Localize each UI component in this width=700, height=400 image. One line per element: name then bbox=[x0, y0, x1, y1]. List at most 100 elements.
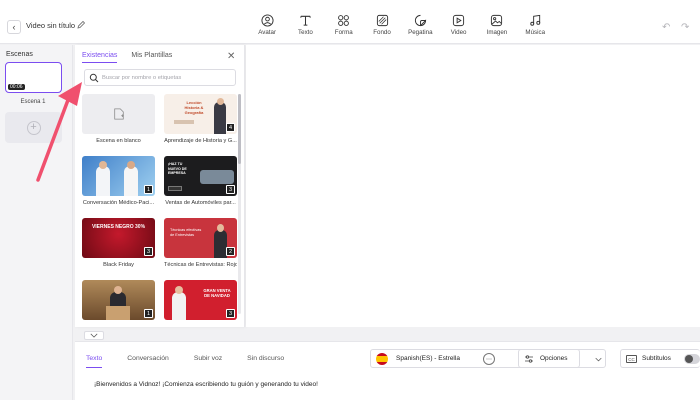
tool-music[interactable]: Música bbox=[516, 14, 554, 36]
tool-label: Imagen bbox=[486, 29, 508, 36]
tab-existencias[interactable]: Existencias bbox=[82, 52, 118, 63]
pencil-icon[interactable] bbox=[76, 20, 86, 30]
plus-icon: + bbox=[26, 120, 41, 135]
template-search bbox=[84, 69, 236, 86]
tool-shapes[interactable]: Forma bbox=[325, 14, 363, 36]
tool-text[interactable]: Texto bbox=[286, 14, 324, 36]
redo-icon[interactable]: ↷ bbox=[681, 22, 689, 33]
patient-head bbox=[127, 161, 135, 169]
music-icon bbox=[530, 14, 540, 26]
tool-label: Forma bbox=[334, 29, 353, 36]
collapse-script-button[interactable] bbox=[84, 331, 104, 340]
tab-subir-voz[interactable]: Subir voz bbox=[194, 355, 222, 368]
templates-panel: Existencias Mis Plantillas ✕ Escena en b… bbox=[75, 45, 245, 327]
template-thumb-text: Lección Historia & Geografía bbox=[184, 100, 204, 115]
tool-label: Fondo bbox=[373, 29, 391, 36]
scenes-sidebar: Escenas 00:06 Escena 1 + bbox=[0, 45, 73, 400]
tool-label: Música bbox=[525, 29, 546, 36]
scene-count-badge: 1 bbox=[144, 309, 153, 318]
close-icon[interactable]: ✕ bbox=[227, 51, 235, 62]
options-dropdown[interactable]: Opciones bbox=[518, 349, 606, 368]
tab-texto[interactable]: Texto bbox=[86, 355, 103, 368]
tab-conversacion[interactable]: Conversación bbox=[127, 355, 169, 368]
template-thumb-text: ¡HAZ TU NUEVO DE EMPRESA bbox=[168, 162, 187, 175]
template-thumb-text: GRAN VENTA DE NAVIDAD bbox=[203, 288, 231, 298]
decor-shape bbox=[174, 120, 194, 124]
spain-flag-icon bbox=[376, 353, 388, 365]
avatar-icon bbox=[261, 14, 274, 27]
template-thumbnail: VIERNES NEGRO 30% 3 bbox=[82, 218, 155, 258]
doctor-head bbox=[99, 161, 107, 169]
tool-image[interactable]: Imagen bbox=[478, 14, 516, 36]
undo-icon[interactable]: ↶ bbox=[662, 22, 670, 33]
tab-sin-discurso[interactable]: Sin discurso bbox=[247, 355, 284, 368]
tab-mis-plantillas[interactable]: Mis Plantillas bbox=[131, 52, 172, 63]
tool-video[interactable]: Video bbox=[439, 14, 477, 36]
scrollbar-thumb[interactable] bbox=[238, 94, 241, 164]
template-thumbnail: Lección Historia & Geografía 4 bbox=[164, 94, 237, 134]
script-tabs: Texto Conversación Subir voz Sin discurs… bbox=[86, 355, 284, 368]
presenter-head bbox=[114, 286, 122, 294]
doctor-figure bbox=[96, 166, 110, 196]
subtitles-control: CC Subtítulos bbox=[620, 349, 700, 368]
scene-count-badge: 3 bbox=[144, 247, 153, 256]
panel-scrollbar[interactable] bbox=[238, 94, 241, 314]
template-thumbnail bbox=[82, 94, 155, 134]
new-file-icon bbox=[114, 108, 124, 120]
patient-figure bbox=[124, 166, 138, 196]
presenter-head bbox=[217, 98, 224, 105]
script-editor: Texto Conversación Subir voz Sin discurs… bbox=[75, 341, 700, 400]
template-thumbnail: GRAN VENTA DE NAVIDAD 3 bbox=[164, 280, 237, 320]
scene-count-badge: 1 bbox=[144, 185, 153, 194]
car-shape bbox=[200, 170, 234, 184]
template-card[interactable]: 1 Conversación Médico-Paci... bbox=[82, 156, 155, 206]
template-thumb-text: Técnicas efectivas de Entrevistas bbox=[170, 228, 202, 237]
template-card[interactable]: ¡HAZ TU NUEVO DE EMPRESA 3 Ventas de Aut… bbox=[164, 156, 237, 206]
presenter-figure bbox=[172, 292, 186, 320]
template-card[interactable]: GRAN VENTA DE NAVIDAD 3 bbox=[164, 280, 237, 324]
tool-sticker[interactable]: Pegatina bbox=[401, 14, 439, 36]
template-card[interactable]: VIERNES NEGRO 30% 3 Black Friday bbox=[82, 218, 155, 268]
options-label: Opciones bbox=[540, 355, 568, 362]
subtitles-toggle[interactable] bbox=[684, 354, 700, 364]
voice-name: Spanish(ES) - Estrella bbox=[396, 355, 460, 362]
presenter-head bbox=[175, 286, 183, 294]
template-thumbnail: 1 bbox=[82, 280, 155, 320]
scene-count-badge: 4 bbox=[226, 123, 235, 132]
chevron-down-icon bbox=[90, 333, 98, 338]
scene-thumbnail[interactable]: 00:06 bbox=[5, 62, 62, 93]
search-input[interactable] bbox=[102, 72, 232, 84]
template-card[interactable]: Escena en blanco bbox=[82, 94, 155, 144]
template-label: Ventas de Automóviles par... bbox=[165, 200, 236, 206]
panel-tabs: Existencias Mis Plantillas bbox=[82, 52, 172, 63]
subtitles-label: Subtítulos bbox=[642, 355, 671, 362]
back-button[interactable]: ‹ bbox=[7, 20, 21, 34]
template-label: Aprendizaje de Historia y G... bbox=[164, 138, 237, 144]
script-textarea[interactable]: ¡Bienvenidos a Vidnoz! ¡Comienza escribi… bbox=[94, 381, 318, 388]
scene-count-badge: 2 bbox=[226, 247, 235, 256]
podium-shape bbox=[106, 306, 130, 320]
decor-shape bbox=[168, 186, 182, 191]
tool-avatar[interactable]: Avatar bbox=[248, 14, 286, 36]
template-card[interactable]: 1 bbox=[82, 280, 155, 324]
chevron-left-icon: ‹ bbox=[12, 22, 16, 32]
add-scene-button[interactable]: + bbox=[5, 112, 62, 143]
more-options-icon[interactable]: ⋯ bbox=[483, 353, 495, 365]
template-thumbnail: ¡HAZ TU NUEVO DE EMPRESA 3 bbox=[164, 156, 237, 196]
template-card[interactable]: Técnicas efectivas de Entrevistas 2 Técn… bbox=[164, 218, 237, 268]
scenes-title: Escenas bbox=[6, 51, 33, 58]
scene-duration: 00:06 bbox=[8, 84, 25, 90]
template-label: Técnicas de Entrevistas: Rojo bbox=[164, 262, 237, 268]
template-label: Escena en blanco bbox=[96, 138, 141, 144]
template-label: Black Friday bbox=[103, 262, 134, 268]
video-title[interactable]: Video sin título bbox=[26, 21, 75, 30]
template-label: Conversación Médico-Paci... bbox=[82, 200, 155, 206]
insert-toolbar: Avatar Texto Forma Fondo Pegatina Video … bbox=[248, 14, 554, 36]
presenter-head bbox=[217, 224, 224, 232]
presenter-figure bbox=[214, 102, 226, 134]
template-thumbnail: 1 bbox=[82, 156, 155, 196]
shapes-icon bbox=[338, 15, 350, 26]
tool-background[interactable]: Fondo bbox=[363, 14, 401, 36]
template-card[interactable]: Lección Historia & Geografía 4 Aprendiza… bbox=[164, 94, 237, 144]
video-canvas[interactable] bbox=[246, 45, 700, 327]
